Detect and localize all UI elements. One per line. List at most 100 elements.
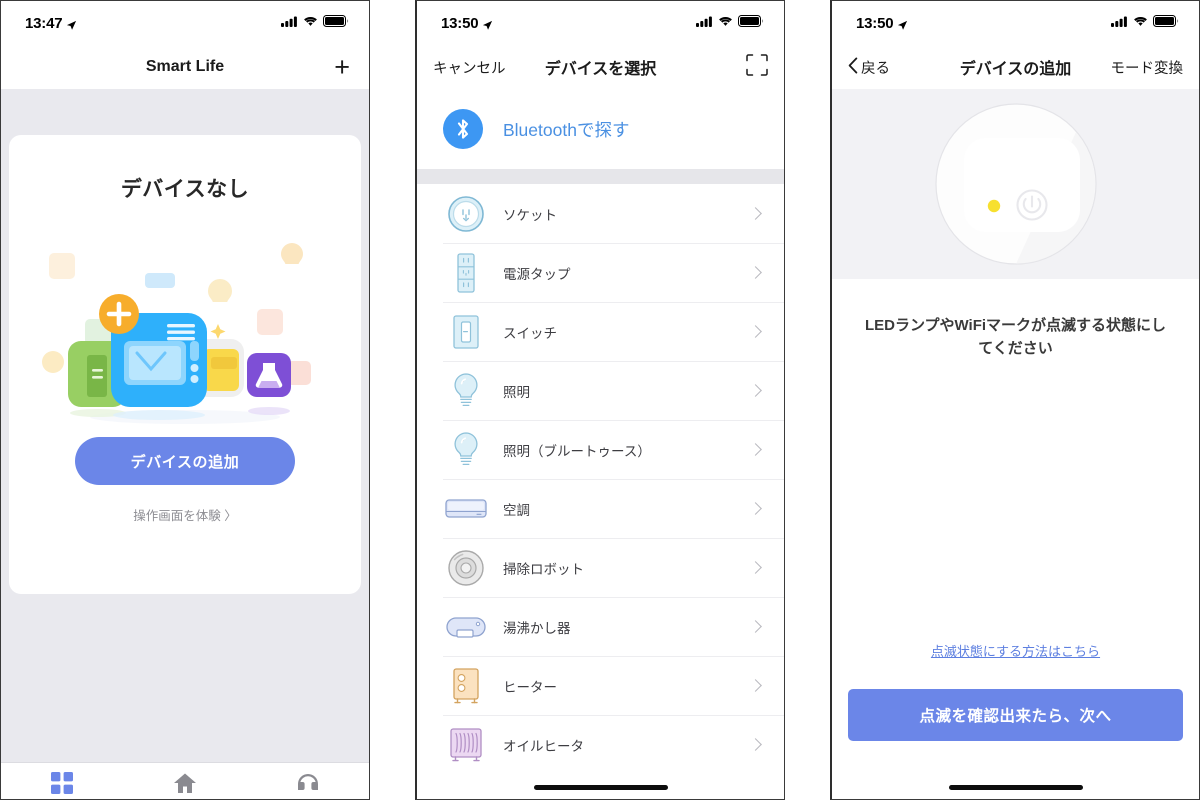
tab-devices[interactable]: デバイス — [1, 771, 124, 799]
section-separator — [417, 169, 784, 184]
list-item-power-strip[interactable]: 電源タップ — [417, 243, 784, 302]
chevron-right-icon — [749, 679, 762, 692]
list-item-label: 掃除ロボット — [503, 561, 584, 577]
add-device-plus-button[interactable]: + — [334, 51, 353, 82]
next-button[interactable]: 点滅を確認出来たら、次へ — [848, 689, 1183, 741]
home-indicator — [533, 785, 668, 790]
back-button[interactable]: 戻る — [848, 57, 890, 78]
list-item-light[interactable]: 照明 — [417, 361, 784, 420]
bluetooth-search-label: Bluetoothで探す — [503, 119, 630, 140]
phone-screen-device-list: 13:47 Smart Life + デバイスなし デバイスの追加 操作画面を体… — [0, 0, 370, 800]
status-time: 13:47 — [25, 14, 63, 32]
headset-icon — [296, 771, 320, 794]
blink-help-link[interactable]: 点滅状態にする方法はこちら — [931, 644, 1100, 659]
status-time: 13:50 — [856, 14, 894, 32]
list-item-label: 照明 — [503, 384, 530, 400]
chevron-right-icon — [749, 207, 762, 220]
list-item-label: ソケット — [503, 207, 557, 223]
mode-switch-button[interactable]: モード変換 — [1111, 57, 1184, 78]
tab-personal-settings[interactable]: 個人設定 — [246, 771, 369, 799]
list-item-label: 湯沸かし器 — [503, 620, 571, 636]
device-list-body: デバイスなし デバイスの追加 操作画面を体験 〉 — [1, 89, 369, 799]
nav-bar: 戻る デバイスの追加 モード変換 — [832, 45, 1199, 89]
list-item-heater[interactable]: ヒーター — [417, 656, 784, 715]
device-blinking-led-illustration — [832, 89, 1199, 279]
screenshot-stage: 13:47 Smart Life + デバイスなし デバイスの追加 操作画面を体… — [0, 0, 1200, 800]
empty-state-title: デバイスなし — [120, 178, 250, 201]
nav-bar: キャンセル デバイスを選択 — [417, 45, 784, 89]
chevron-left-icon — [848, 57, 858, 78]
list-item-oil-heater[interactable]: オイルヒータ — [417, 715, 784, 774]
grid-icon — [51, 771, 74, 794]
status-icons — [281, 14, 349, 32]
list-item-light-bluetooth[interactable]: 照明（ブルートゥース） — [417, 420, 784, 479]
list-item-label: 照明（ブルートゥース） — [503, 443, 651, 459]
robot-vacuum-icon — [443, 548, 489, 588]
status-time-group: 13:50 — [856, 15, 908, 32]
plus-icon: + — [334, 51, 350, 82]
oil-heater-icon — [443, 724, 489, 766]
socket-icon — [443, 194, 489, 234]
cellular-signal-icon — [1111, 14, 1128, 32]
wifi-icon — [303, 14, 318, 32]
power-strip-icon — [443, 251, 489, 295]
help-link-wrap: 点滅状態にする方法はこちら — [832, 641, 1199, 661]
cellular-signal-icon — [281, 14, 298, 32]
list-item-switch[interactable]: スイッチ — [417, 302, 784, 361]
nav-bar: Smart Life + — [1, 45, 369, 89]
location-arrow-icon — [897, 18, 908, 30]
home-indicator — [948, 785, 1083, 790]
battery-full-icon — [738, 14, 764, 32]
list-item-label: 空調 — [503, 502, 530, 518]
status-icons — [696, 14, 764, 32]
chevron-right-icon — [749, 561, 762, 574]
water-heater-icon — [443, 613, 489, 641]
chevron-right-icon — [749, 502, 762, 515]
cellular-signal-icon — [696, 14, 713, 32]
phone-screen-add-device: 13:50 戻る デバイスの追加 モード変換 LEDランプやWiFiマークが点滅… — [830, 0, 1200, 800]
device-type-list: ソケット 電源タップ スイッチ 照明 照明（ブルートゥース） 空調 掃除ロボット… — [417, 184, 784, 774]
chevron-right-icon — [749, 620, 762, 633]
smart-home-devices-illustration — [9, 231, 361, 431]
bottom-tab-bar: デバイス スマートモード 個人設定 — [1, 762, 369, 799]
air-conditioner-icon — [443, 496, 489, 522]
list-item-label: スイッチ — [503, 325, 557, 341]
chevron-right-icon — [749, 384, 762, 397]
list-item-label: ヒーター — [503, 679, 557, 695]
list-item-socket[interactable]: ソケット — [417, 184, 784, 243]
light-bulb-bluetooth-icon — [443, 428, 489, 472]
chevron-right-icon — [749, 266, 762, 279]
list-item-water-heater[interactable]: 湯沸かし器 — [417, 597, 784, 656]
demo-screen-link[interactable]: 操作画面を体験 〉 — [9, 505, 361, 524]
light-bulb-icon — [443, 369, 489, 413]
qr-scan-button[interactable] — [746, 54, 768, 80]
list-item-label: オイルヒータ — [503, 738, 584, 754]
status-bar: 13:47 — [1, 1, 369, 45]
chevron-right-icon — [749, 325, 762, 338]
wall-switch-icon — [443, 311, 489, 353]
add-device-button[interactable]: デバイスの追加 — [75, 437, 295, 485]
battery-full-icon — [1153, 14, 1179, 32]
chevron-right-icon — [749, 738, 762, 751]
status-time-group: 13:50 — [441, 15, 493, 32]
cancel-button[interactable]: キャンセル — [433, 57, 506, 78]
list-item-air-conditioner[interactable]: 空調 — [417, 479, 784, 538]
list-item-label: 電源タップ — [503, 266, 571, 282]
status-bar: 13:50 — [417, 1, 784, 45]
bluetooth-search-row[interactable]: Bluetoothで探す — [417, 89, 784, 169]
tab-smart-mode[interactable]: スマートモード — [124, 771, 247, 799]
list-item-robot-vacuum[interactable]: 掃除ロボット — [417, 538, 784, 597]
status-bar: 13:50 — [832, 1, 1199, 45]
wifi-icon — [718, 14, 733, 32]
location-arrow-icon — [482, 18, 493, 30]
status-time-group: 13:47 — [25, 15, 77, 32]
battery-full-icon — [323, 14, 349, 32]
location-arrow-icon — [66, 18, 77, 30]
page-title: Smart Life — [145, 58, 225, 75]
qr-scan-icon — [746, 54, 768, 80]
home-icon — [173, 771, 197, 794]
heater-icon — [443, 665, 489, 707]
chevron-right-icon — [749, 443, 762, 456]
instruction-text: LEDランプやWiFiマークが点滅する状態にしてください — [864, 317, 1167, 357]
empty-state-card: デバイスなし デバイスの追加 操作画面を体験 〉 — [9, 135, 361, 594]
